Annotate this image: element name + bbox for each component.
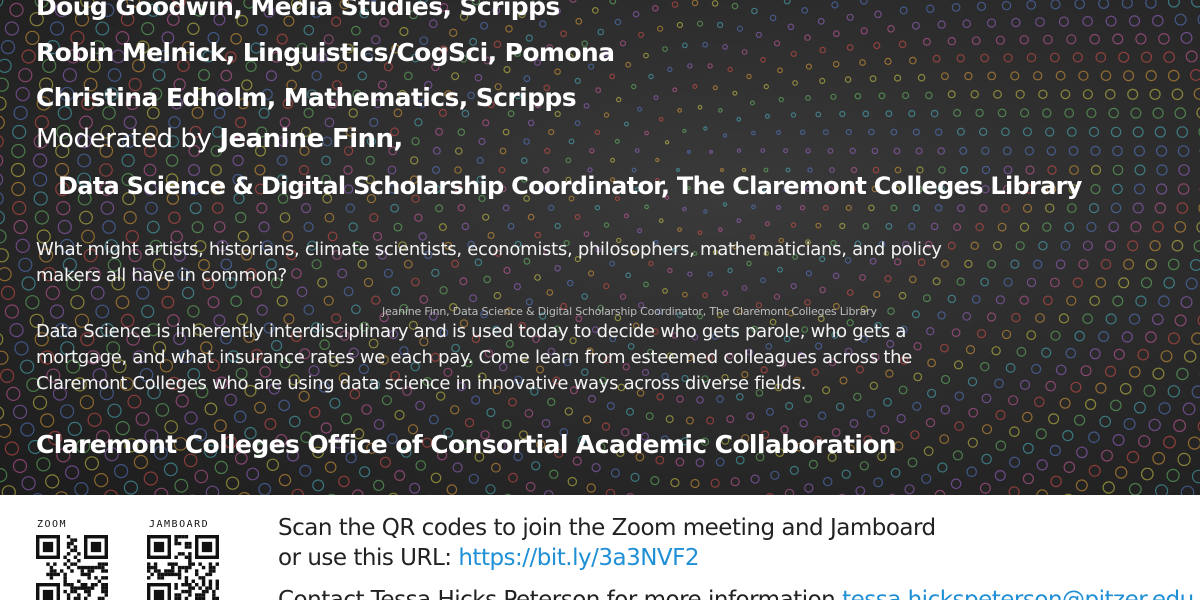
qr-label-jamboard: JAMBOARD bbox=[149, 519, 210, 530]
scan-line-2: or use this URL: https://bit.ly/3a3NVF2 bbox=[278, 543, 936, 573]
qr-code-jamboard[interactable] bbox=[147, 535, 219, 600]
qr-label-zoom: ZOOM bbox=[37, 519, 68, 530]
meeting-url-link[interactable]: https://bit.ly/3a3NVF2 bbox=[458, 545, 699, 571]
speaker-3: Christina Edholm, Mathematics, Scripps bbox=[36, 83, 577, 112]
footer-panel: ZOOM JAMBOARD Scan the QR codes to join … bbox=[0, 495, 1200, 600]
speaker-2: Robin Melnick, Linguistics/CogSci, Pomon… bbox=[36, 38, 615, 67]
description-rest: is inherently interdisciplinary and is u… bbox=[36, 321, 912, 394]
description-lead: Data Science bbox=[36, 321, 151, 342]
contact-prefix: Contact Tessa Hicks Peterson for more in… bbox=[278, 587, 843, 600]
description-paragraph: Data Science is inherently interdiscipli… bbox=[36, 319, 956, 397]
moderator-line: Moderated by Jeanine Finn, bbox=[36, 124, 403, 154]
scan-instructions: Scan the QR codes to join the Zoom meeti… bbox=[278, 513, 936, 573]
question-paragraph: What might artists, historians, climate … bbox=[36, 239, 942, 286]
moderator-name: Jeanine Finn, bbox=[219, 124, 403, 154]
scan-line-1: Scan the QR codes to join the Zoom meeti… bbox=[278, 515, 936, 541]
contact-line: Contact Tessa Hicks Peterson for more in… bbox=[278, 587, 1194, 600]
moderator-role: Data Science & Digital Scholarship Coord… bbox=[58, 172, 1082, 200]
office-title: Claremont Colleges Office of Consortial … bbox=[36, 430, 897, 459]
moderator-prefix: Moderated by bbox=[36, 124, 220, 154]
small-caption: Jeanine Finn, Data Science & Digital Sch… bbox=[382, 305, 877, 318]
poster-banner: Doug Goodwin, Media Studies, Scripps Rob… bbox=[0, 0, 1200, 495]
contact-email-link[interactable]: tessa.hickspeterson@pitzer.edu bbox=[842, 587, 1194, 600]
qr-code-zoom[interactable] bbox=[36, 535, 108, 600]
speaker-1: Doug Goodwin, Media Studies, Scripps bbox=[36, 0, 560, 21]
scan-line-2-prefix: or use this URL: bbox=[278, 545, 459, 571]
